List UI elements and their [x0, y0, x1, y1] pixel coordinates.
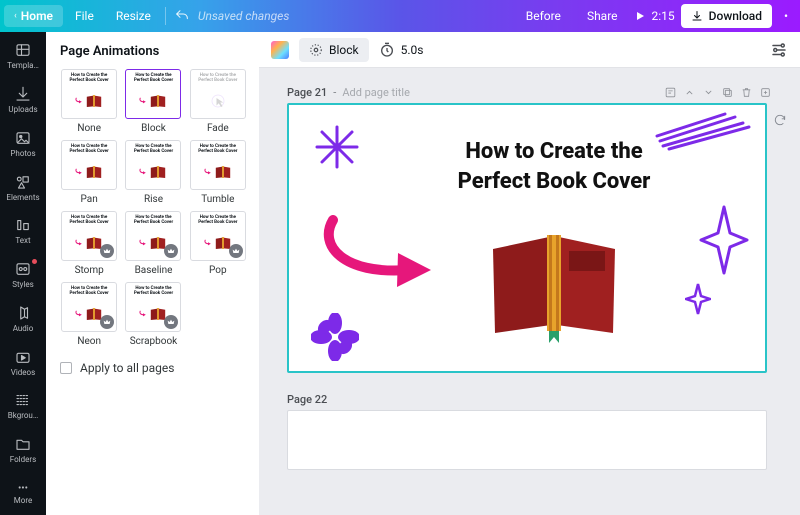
book-illustration: [479, 225, 629, 345]
divider: [165, 7, 166, 25]
arrow-doodle: [313, 215, 443, 295]
animation-pan[interactable]: How to Create the Perfect Book CoverPan: [60, 140, 118, 205]
rail-audio[interactable]: Audio: [0, 296, 46, 340]
notes-icon[interactable]: [664, 86, 677, 99]
rail-bkgrou[interactable]: Bkgrou…: [0, 384, 46, 428]
home-button[interactable]: ‹ Home: [4, 5, 63, 27]
duplicate-icon[interactable]: [721, 86, 734, 99]
page-number: Page 21: [287, 86, 327, 99]
adjust-icon[interactable]: [770, 41, 788, 59]
download-button[interactable]: Download: [681, 4, 772, 28]
premium-icon: [229, 244, 243, 258]
animation-grid: How to Create the Perfect Book CoverNone…: [60, 69, 247, 347]
animation-baseline[interactable]: How to Create the Perfect Book CoverBase…: [124, 211, 182, 276]
rail-folders[interactable]: Folders: [0, 428, 46, 472]
slide-title[interactable]: How to Create thePerfect Book Cover: [409, 137, 699, 196]
sparkle-doodle: [699, 205, 749, 275]
page-header-next: Page 22: [287, 393, 772, 406]
animation-pop[interactable]: How to Create the Perfect Book CoverPop: [189, 211, 247, 276]
home-label: Home: [21, 9, 53, 23]
animations-panel: Page Animations How to Create the Perfec…: [46, 32, 259, 515]
context-toolbar: Block 5.0s: [259, 32, 800, 68]
resize-menu[interactable]: Resize: [106, 5, 161, 27]
animation-block[interactable]: How to Create the Perfect Book CoverBloc…: [124, 69, 182, 134]
page-canvas-next[interactable]: [287, 410, 767, 470]
sparkle-small-doodle: [685, 283, 711, 315]
star-doodle: [313, 123, 361, 171]
rail-styles[interactable]: Styles: [0, 253, 46, 297]
rail-more[interactable]: •••More: [0, 471, 46, 515]
animation-stomp[interactable]: How to Create the Perfect Book CoverStom…: [60, 211, 118, 276]
workspace: Block 5.0s Page 21 - Add page title: [259, 32, 800, 515]
flower-doodle: [311, 313, 359, 361]
animation-tumble[interactable]: How to Create the Perfect Book CoverTumb…: [189, 140, 247, 205]
side-rail: Templa…UploadsPhotosElementsTextStylesAu…: [0, 32, 46, 515]
add-page-icon[interactable]: [759, 86, 772, 99]
premium-icon: [164, 244, 178, 258]
undo-button[interactable]: [174, 8, 190, 24]
panel-title: Page Animations: [60, 44, 247, 59]
animation-effect-pill[interactable]: Block: [299, 38, 369, 62]
rail-elements[interactable]: Elements: [0, 165, 46, 209]
duration-control[interactable]: 5.0s: [379, 42, 424, 58]
page-number: Page 22: [287, 393, 327, 406]
top-bar: ‹ Home File Resize Unsaved changes Befor…: [0, 0, 800, 32]
play-button[interactable]: 2:15: [634, 9, 675, 23]
apply-all-label: Apply to all pages: [80, 361, 174, 375]
animation-fade[interactable]: How to Create the Perfect Book CoverFade: [189, 69, 247, 134]
rail-uploads[interactable]: Uploads: [0, 78, 46, 122]
rail-photos[interactable]: Photos: [0, 121, 46, 165]
premium-icon: [100, 315, 114, 329]
canvas-scroll[interactable]: Page 21 - Add page title How to C: [259, 68, 800, 515]
share-button[interactable]: Share: [577, 5, 628, 27]
refresh-icon[interactable]: [773, 113, 787, 127]
effect-label: Block: [329, 43, 359, 57]
delete-icon[interactable]: [740, 86, 753, 99]
premium-icon: [164, 315, 178, 329]
duration-label: 5.0s: [401, 43, 424, 57]
play-time-label: 2:15: [652, 9, 675, 23]
rail-templa[interactable]: Templa…: [0, 34, 46, 78]
page-canvas[interactable]: How to Create thePerfect Book Cover: [287, 103, 767, 373]
rail-videos[interactable]: Videos: [0, 340, 46, 384]
apply-all-row[interactable]: Apply to all pages: [60, 361, 247, 375]
animation-rise[interactable]: How to Create the Perfect Book CoverRise: [124, 140, 182, 205]
file-menu[interactable]: File: [65, 5, 104, 27]
rail-text[interactable]: Text: [0, 209, 46, 253]
save-status: Unsaved changes: [198, 9, 289, 23]
animation-scrapbook[interactable]: How to Create the Perfect Book CoverScra…: [124, 282, 182, 347]
page-title-input[interactable]: Add page title: [342, 86, 410, 99]
chevron-up-icon[interactable]: [683, 86, 696, 99]
premium-icon: [100, 244, 114, 258]
apply-all-checkbox[interactable]: [60, 362, 72, 374]
more-menu[interactable]: •: [778, 9, 794, 23]
before-button[interactable]: Before: [516, 5, 571, 27]
animation-none[interactable]: How to Create the Perfect Book CoverNone: [60, 69, 118, 134]
chevron-left-icon: ‹: [14, 11, 17, 21]
chevron-down-icon[interactable]: [702, 86, 715, 99]
page-header: Page 21 - Add page title: [287, 86, 772, 99]
animation-neon[interactable]: How to Create the Perfect Book CoverNeon: [60, 282, 118, 347]
download-label: Download: [709, 9, 762, 23]
color-tool[interactable]: [271, 41, 289, 59]
